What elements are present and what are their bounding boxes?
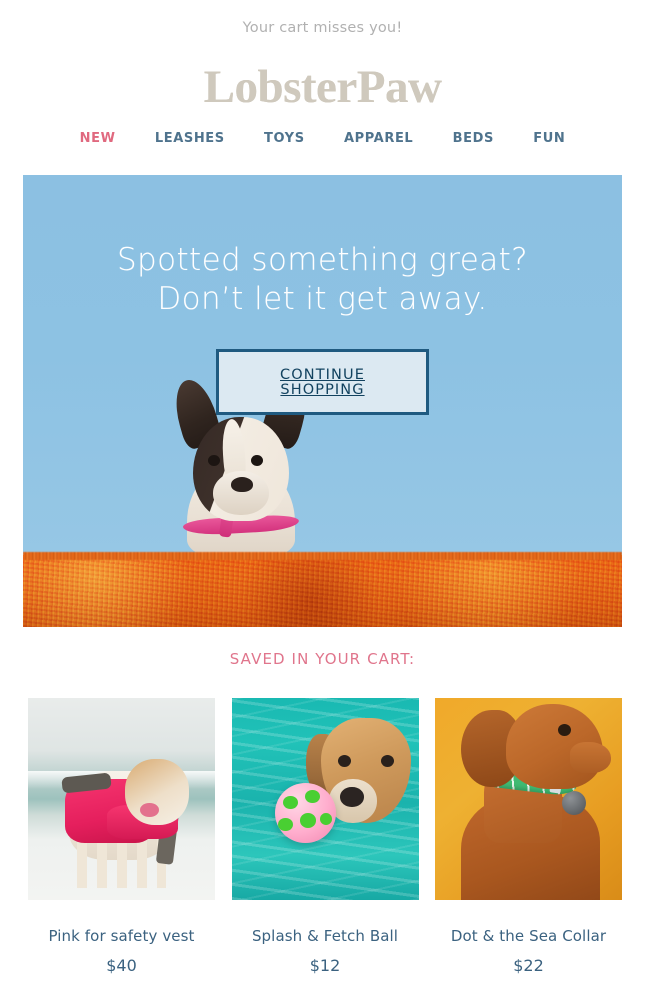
retriever-eye-right-shape: [381, 754, 395, 767]
ball-dot-shape: [278, 817, 293, 832]
saved-in-cart-title: SAVED IN YOUR CART:: [229, 650, 416, 668]
ball-dot-shape: [283, 796, 298, 810]
bulldog-legs-shape: [76, 839, 167, 888]
vizsla-snout-shape: [569, 742, 611, 773]
ball-dot-shape: [320, 813, 333, 826]
nav-item-apparel[interactable]: APPAREL: [324, 131, 433, 146]
preheader-text: Your cart misses you!: [242, 20, 403, 36]
nav-item-fun[interactable]: FUN: [514, 131, 585, 146]
bulldog-head-shape: [125, 758, 189, 826]
nav-item-leashes[interactable]: LEASHES: [135, 131, 244, 146]
hero-content: Spotted something great? Don’t let it ge…: [23, 175, 622, 415]
ball-dot-shape: [300, 813, 317, 828]
product-name: Pink for safety vest: [48, 927, 195, 945]
product-image-pink-safety-vest[interactable]: [28, 698, 215, 900]
dog-nose-shape: [231, 477, 253, 492]
product-name: Dot & the Sea Collar: [450, 927, 607, 945]
product-price: $22: [513, 956, 544, 975]
product-name: Splash & Fetch Ball: [251, 927, 399, 945]
saved-products-list: Pink for safety vest $40 Splash & Fetch …: [28, 698, 622, 975]
continue-shopping-button[interactable]: CONTINUE SHOPPING: [216, 349, 429, 415]
dog-eye-right-shape: [251, 455, 263, 466]
product-image-dot-sea-collar[interactable]: [435, 698, 622, 900]
product-price: $40: [106, 956, 137, 975]
brand-logo[interactable]: LobsterPaw LobsterPaw: [0, 61, 645, 113]
retriever-nose-shape: [339, 786, 365, 808]
fetch-ball-shape: [274, 782, 337, 844]
hero-heading-line-2: Don’t let it get away.: [157, 281, 488, 317]
hero-heading-line-1: Spotted something great?: [116, 242, 529, 278]
hero-orange-wall: [23, 555, 622, 627]
nav-item-beds[interactable]: BEDS: [433, 131, 514, 146]
product-image-splash-fetch-ball[interactable]: [231, 698, 419, 900]
brand-logo-text-bottom-half: LobsterPaw: [203, 61, 442, 113]
retriever-eye-left-shape: [338, 754, 352, 767]
product-price: $12: [309, 956, 341, 975]
product-card[interactable]: Dot & the Sea Collar $22: [435, 698, 622, 975]
nav-item-toys[interactable]: TOYS: [244, 131, 324, 146]
nav-item-new[interactable]: NEW: [60, 131, 135, 146]
ball-dot-shape: [305, 790, 321, 804]
product-card[interactable]: Splash & Fetch Ball $12: [231, 698, 419, 975]
main-navigation: NEW LEASHES TOYS APPAREL BEDS FUN: [0, 127, 645, 149]
bulldog-tongue-shape: [140, 803, 159, 818]
hero-banner: Spotted something great? Don’t let it ge…: [23, 175, 622, 627]
dog-eye-left-shape: [208, 455, 220, 466]
product-card[interactable]: Pink for safety vest $40: [28, 698, 215, 975]
